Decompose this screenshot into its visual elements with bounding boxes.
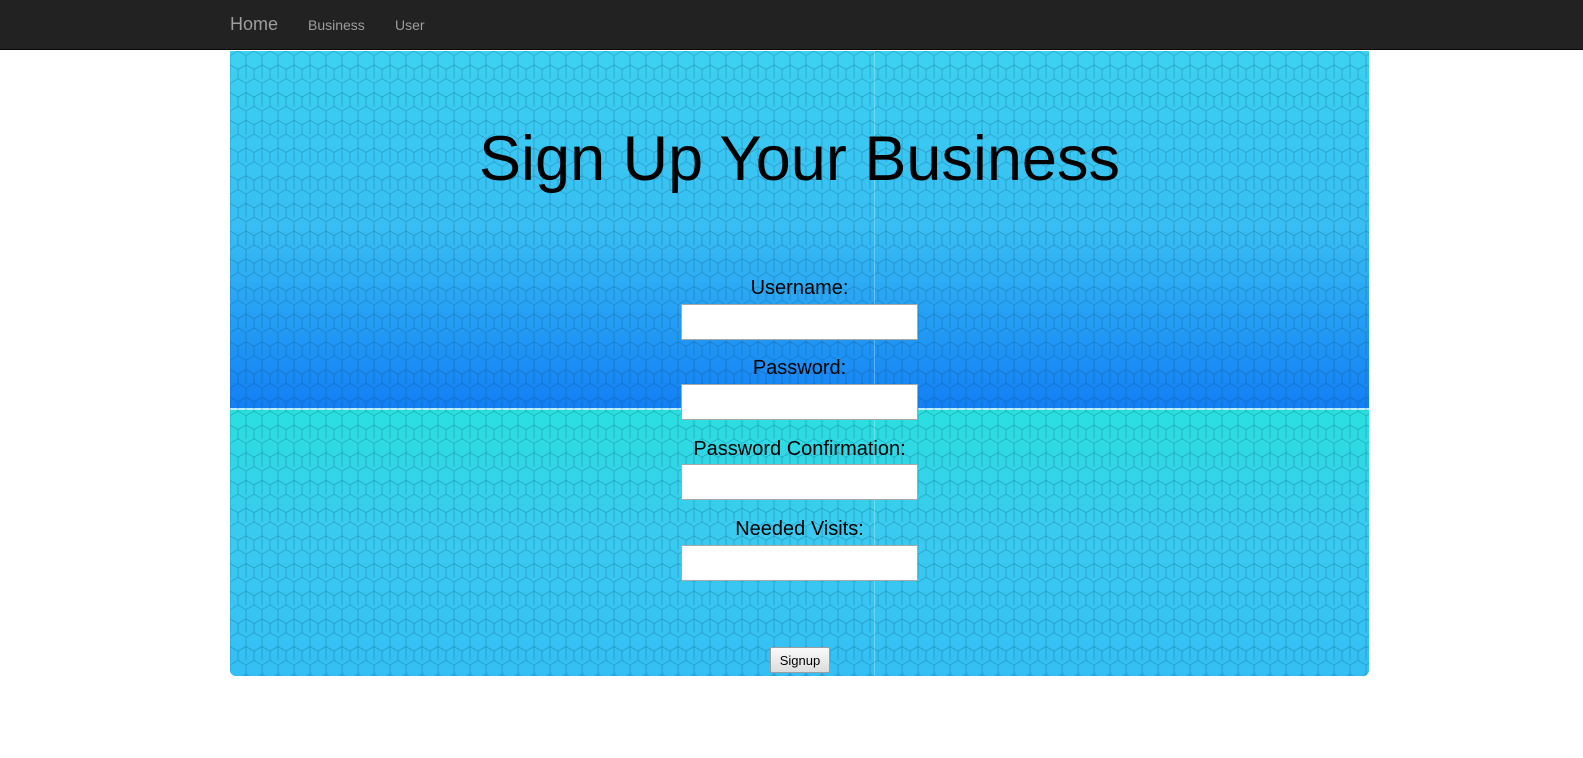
signup-button[interactable]: Signup	[770, 647, 830, 673]
top-navbar: Home Business User	[0, 0, 1583, 50]
nav-business-link[interactable]: Business	[308, 17, 365, 33]
signup-panel: Sign Up Your Business Username: Password…	[230, 51, 1369, 676]
password-label: Password:	[752, 357, 847, 379]
password-confirmation-label: Password Confirmation:	[693, 438, 906, 460]
nav-home-link[interactable]: Home	[230, 14, 278, 35]
needed-visits-input[interactable]	[681, 545, 918, 581]
password-input[interactable]	[681, 384, 918, 420]
page-title: Sign Up Your Business	[479, 124, 1120, 194]
needed-visits-label: Needed Visits:	[735, 518, 864, 540]
nav-user-link[interactable]: User	[395, 17, 425, 33]
password-confirmation-input[interactable]	[681, 464, 918, 500]
username-label: Username:	[750, 277, 849, 299]
username-input[interactable]	[681, 304, 918, 340]
